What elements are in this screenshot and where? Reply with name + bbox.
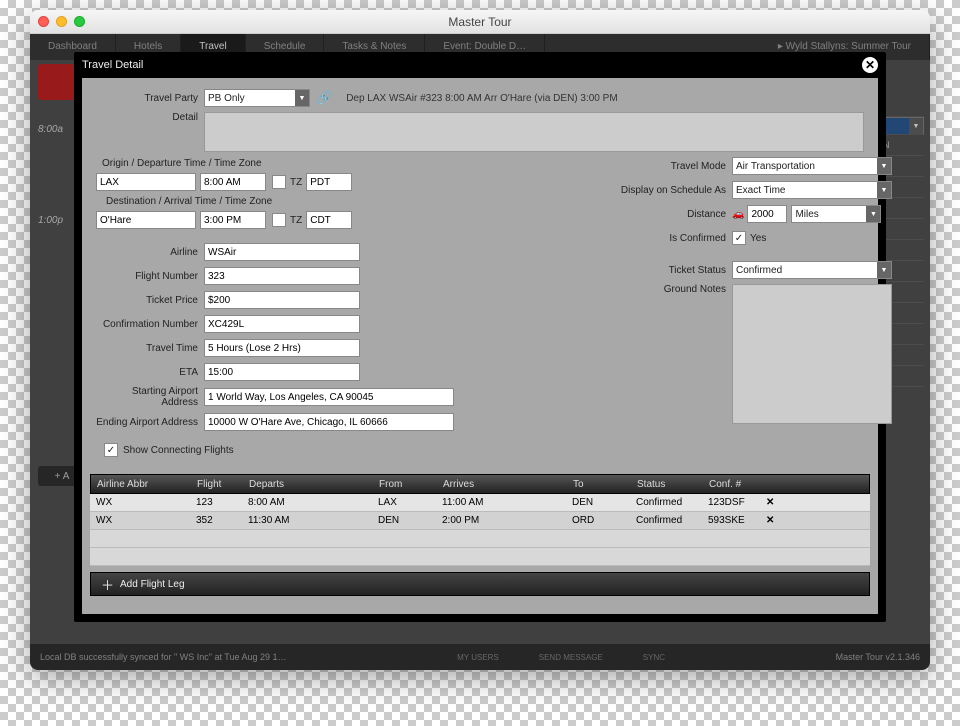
travel-mode-label: Travel Mode — [606, 161, 726, 172]
delete-row-icon[interactable]: ✕ — [760, 515, 778, 526]
artist-logo — [38, 64, 74, 100]
road-icon: 🚗 — [732, 209, 744, 220]
show-connecting-label: Show Connecting Flights — [123, 445, 234, 456]
travel-detail-modal: Travel Detail ✕ Travel Party PB Only 🔗 D… — [74, 52, 886, 622]
flight-number-input[interactable] — [204, 267, 360, 285]
arr-checkbox[interactable] — [272, 213, 286, 227]
end-airport-input[interactable] — [204, 413, 454, 431]
travel-mode-select[interactable]: Air Transportation — [732, 157, 892, 175]
start-airport-input[interactable] — [204, 388, 454, 406]
sync-button[interactable]: SYNC — [643, 653, 665, 662]
distance-unit-select[interactable]: Miles — [791, 205, 881, 223]
dep-tz-input[interactable] — [306, 173, 352, 191]
ticket-status-label: Ticket Status — [606, 265, 726, 276]
confirmation-input[interactable] — [204, 315, 360, 333]
ground-notes-label: Ground Notes — [606, 284, 726, 295]
dest-header: Destination / Arrival Time / Time Zone — [96, 196, 576, 207]
schedule-display-select[interactable]: Exact Time — [732, 181, 892, 199]
show-connecting-checkbox[interactable]: ✓ — [104, 443, 118, 457]
table-row[interactable]: WX 352 11:30 AM DEN 2:00 PM ORD Confirme… — [90, 512, 870, 530]
link-icon[interactable]: 🔗 — [316, 90, 332, 106]
modal-body: Travel Party PB Only 🔗 Dep LAX WSAir #32… — [82, 78, 878, 614]
col-from: From — [373, 479, 437, 490]
detail-textarea[interactable] — [204, 112, 864, 152]
close-icon[interactable]: ✕ — [862, 57, 878, 73]
start-airport-label: Starting Airport Address — [96, 386, 198, 408]
is-confirmed-value: Yes — [750, 233, 766, 244]
airline-input[interactable] — [204, 243, 360, 261]
col-airline-abbr: Airline Abbr — [91, 479, 191, 490]
add-flight-leg-button[interactable]: ＋ Add Flight Leg — [90, 572, 870, 596]
modal-title: Travel Detail — [82, 59, 143, 71]
travel-time-input[interactable] — [204, 339, 360, 357]
travel-party-label: Travel Party — [96, 93, 198, 104]
time-label: 8:00a — [38, 124, 63, 135]
origin-header: Origin / Departure Time / Time Zone — [96, 158, 576, 169]
ticket-price-label: Ticket Price — [96, 295, 198, 306]
table-row — [90, 548, 870, 566]
col-status: Status — [631, 479, 703, 490]
schedule-display-label: Display on Schedule As — [606, 185, 726, 196]
table-row[interactable]: WX 123 8:00 AM LAX 11:00 AM DEN Confirme… — [90, 494, 870, 512]
my-users-button[interactable]: MY USERS — [457, 653, 499, 662]
col-departs: Departs — [243, 479, 373, 490]
sync-status: Local DB successfully synced for " WS In… — [40, 652, 287, 662]
travel-time-label: Travel Time — [96, 343, 198, 354]
table-row — [90, 530, 870, 548]
ticket-price-input[interactable] — [204, 291, 360, 309]
tz-label: TZ — [290, 215, 302, 226]
flight-summary: Dep LAX WSAir #323 8:00 AM Arr O'Hare (v… — [346, 93, 617, 104]
app-window: Master Tour Dashboard Hotels Travel Sche… — [30, 10, 930, 670]
is-confirmed-checkbox[interactable]: ✓ — [732, 231, 746, 245]
airline-label: Airline — [96, 247, 198, 258]
ground-notes-textarea[interactable] — [732, 284, 892, 424]
dep-checkbox[interactable] — [272, 175, 286, 189]
col-conf: Conf. # — [703, 479, 761, 490]
travel-party-select[interactable]: PB Only — [204, 89, 310, 107]
detail-label: Detail — [96, 112, 198, 123]
delete-row-icon[interactable]: ✕ — [760, 497, 778, 508]
end-airport-label: Ending Airport Address — [96, 417, 198, 428]
footer-bar: Local DB successfully synced for " WS In… — [30, 644, 930, 670]
arr-time-input[interactable] — [200, 211, 266, 229]
distance-input[interactable] — [747, 205, 787, 223]
table-header: Airline Abbr Flight Departs From Arrives… — [90, 474, 870, 494]
origin-input[interactable] — [96, 173, 196, 191]
is-confirmed-label: Is Confirmed — [606, 233, 726, 244]
tz-label: TZ — [290, 177, 302, 188]
eta-input[interactable] — [204, 363, 360, 381]
send-message-button[interactable]: SEND MESSAGE — [539, 653, 603, 662]
col-flight: Flight — [191, 479, 243, 490]
connecting-flights-table: Airline Abbr Flight Departs From Arrives… — [90, 474, 870, 566]
plus-icon: ＋ — [101, 575, 114, 594]
version-label: Master Tour v2.1.346 — [836, 652, 920, 662]
col-to: To — [567, 479, 631, 490]
titlebar: Master Tour — [30, 10, 930, 34]
eta-label: ETA — [96, 367, 198, 378]
flight-number-label: Flight Number — [96, 271, 198, 282]
dest-input[interactable] — [96, 211, 196, 229]
col-arrives: Arrives — [437, 479, 567, 490]
dep-time-input[interactable] — [200, 173, 266, 191]
arr-tz-input[interactable] — [306, 211, 352, 229]
ticket-status-select[interactable]: Confirmed — [732, 261, 892, 279]
confirmation-label: Confirmation Number — [96, 319, 198, 330]
window-title: Master Tour — [30, 15, 930, 29]
distance-label: Distance — [606, 209, 726, 220]
